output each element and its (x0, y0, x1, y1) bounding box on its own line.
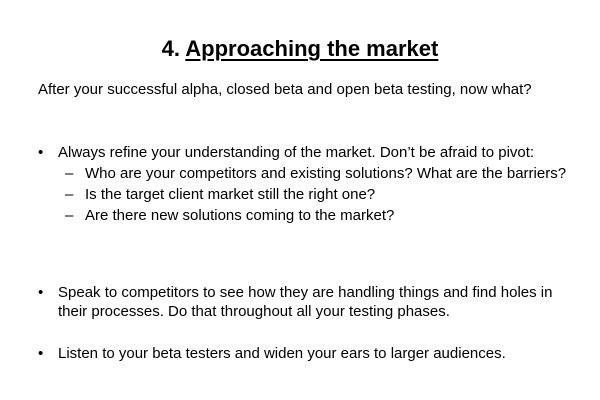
sub-bullet-text: Who are your competitors and existing so… (85, 165, 567, 182)
bullet-item: • Listen to your beta testers and widen … (38, 344, 568, 363)
slide: 4. Approaching the market After your suc… (0, 0, 600, 400)
title-number: 4. (161, 36, 180, 61)
title-text: Approaching the market (185, 36, 439, 61)
sub-bullet-list: – Who are your competitors and existing … (38, 164, 568, 225)
bullet-text: Speak to competitors to see how they are… (58, 284, 553, 320)
sub-bullet-item: – Are there new solutions coming to the … (38, 206, 568, 225)
sub-bullet-text: Are there new solutions coming to the ma… (85, 207, 395, 224)
bullet-glyph: • (38, 144, 44, 161)
bullet-text: Listen to your beta testers and widen yo… (58, 345, 506, 362)
bullet-item: • Always refine your understanding of th… (38, 143, 568, 227)
sub-bullet-item: – Is the target client market still the … (38, 185, 568, 204)
sub-bullet-item: – Who are your competitors and existing … (38, 164, 568, 183)
slide-title: 4. Approaching the market (0, 35, 600, 63)
bullet-glyph: • (38, 284, 44, 301)
dash-glyph: – (65, 186, 74, 203)
dash-glyph: – (65, 165, 74, 182)
intro-paragraph: After your successful alpha, closed beta… (38, 81, 532, 98)
dash-glyph: – (65, 207, 74, 224)
sub-bullet-text: Is the target client market still the ri… (85, 186, 376, 203)
bullet-item: • Speak to competitors to see how they a… (38, 283, 568, 321)
bullet-glyph: • (38, 345, 44, 362)
bullet-text: Always refine your understanding of the … (58, 144, 535, 161)
